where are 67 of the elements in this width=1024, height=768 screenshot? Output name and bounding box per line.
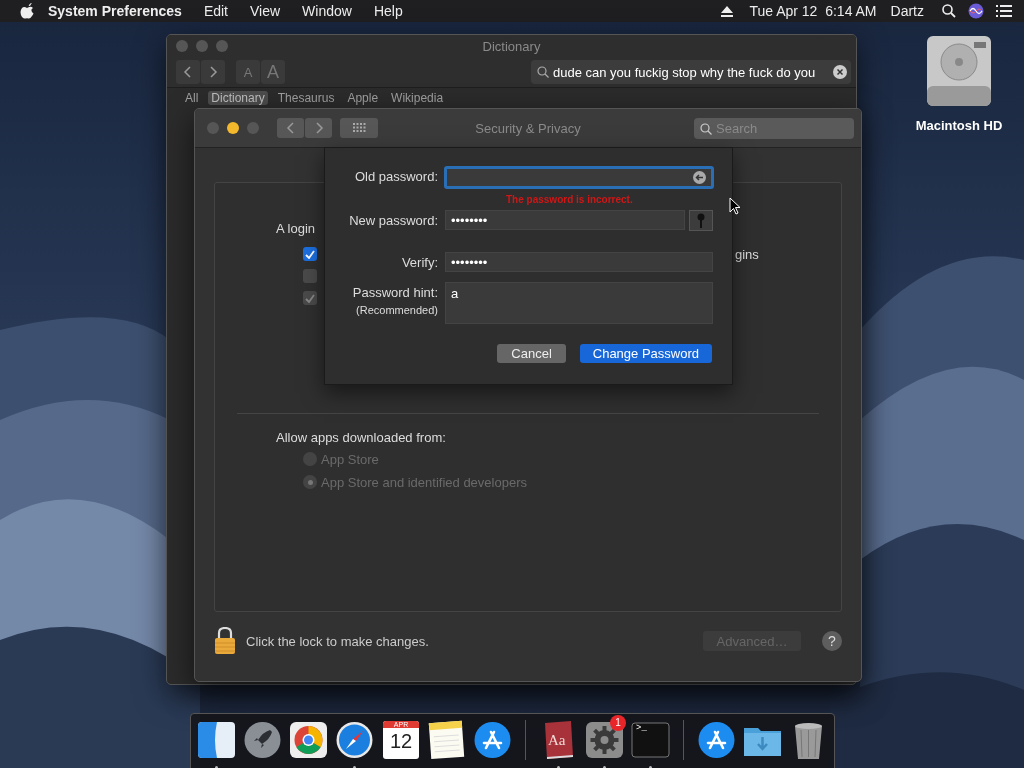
- search-icon[interactable]: [942, 4, 956, 18]
- section-label: A login: [276, 221, 316, 236]
- help-button[interactable]: ?: [822, 631, 842, 651]
- siri-icon[interactable]: [968, 3, 984, 19]
- grid-icon: [352, 123, 366, 133]
- password-field[interactable]: ••••••••: [445, 252, 713, 272]
- icon-label[interactable]: Macintosh HD: [915, 118, 1003, 133]
- menu-clock[interactable]: Tue Apr 12 6:14 AM: [749, 3, 877, 19]
- lock-icon[interactable]: [214, 627, 236, 655]
- cancel-button[interactable]: Cancel: [497, 344, 566, 363]
- field-label: Verify:: [401, 255, 438, 270]
- wheel-icon[interactable]: [289, 720, 328, 760]
- apple-icon: [20, 3, 34, 19]
- show-all-button[interactable]: [340, 118, 378, 138]
- option-label: gins: [735, 246, 759, 262]
- radio-label: App Store and identified developers: [321, 474, 527, 490]
- clear-icon[interactable]: [833, 65, 847, 79]
- password-field[interactable]: ••••••••: [445, 210, 685, 230]
- split-square-icon[interactable]: [197, 720, 236, 760]
- change-password-button[interactable]: Change Password: [579, 344, 712, 363]
- menu-item[interactable]: View: [250, 3, 281, 19]
- field-label: New password:: [349, 213, 438, 228]
- hint-field[interactable]: a: [445, 282, 713, 324]
- menu-item[interactable]: Window: [302, 3, 352, 19]
- key-icon: [697, 212, 705, 229]
- cursor-icon: [729, 197, 741, 215]
- user-name[interactable]: Dartz: [890, 3, 924, 19]
- window-control[interactable]: [227, 122, 239, 134]
- eject-icon[interactable]: [721, 5, 734, 17]
- app-store-icon[interactable]: [473, 720, 512, 760]
- gear-icon[interactable]: [585, 720, 624, 760]
- book-glyph: Aa: [548, 732, 566, 749]
- notepad-icon[interactable]: [427, 720, 466, 760]
- tab[interactable]: Dictionary: [208, 91, 268, 105]
- radio-label: App Store: [321, 451, 379, 467]
- app-menu[interactable]: System Preferences: [48, 3, 182, 19]
- lock-hint: Click the lock to make changes.: [246, 633, 429, 649]
- back-button[interactable]: [176, 60, 200, 84]
- window-title: Security & Privacy: [475, 120, 581, 136]
- key-button[interactable]: [689, 210, 713, 231]
- field-note: (Recommended): [355, 304, 438, 316]
- field-label: Old password:: [354, 169, 438, 184]
- notification-badge: 1: [610, 715, 626, 731]
- terminal-glyph: >_: [636, 723, 647, 733]
- tab[interactable]: Thesaurus: [274, 91, 338, 105]
- field-label: Password hint:: [352, 285, 438, 300]
- search-field[interactable]: dude can you fuckig stop why the fuck do you: [531, 60, 851, 84]
- tab[interactable]: Wikipedia: [388, 91, 447, 105]
- error-message: The password is incorrect.: [506, 194, 634, 205]
- search-icon: [537, 66, 549, 78]
- menu-item[interactable]: Edit: [203, 3, 228, 19]
- tab[interactable]: All: [182, 91, 202, 105]
- menu-item[interactable]: Help: [373, 3, 403, 19]
- tab[interactable]: Apple: [344, 91, 382, 105]
- rocket-icon[interactable]: [243, 720, 282, 760]
- password-field[interactable]: [444, 166, 714, 189]
- app-store-icon[interactable]: [697, 720, 736, 760]
- section-label: Allow apps downloaded from:: [276, 430, 447, 445]
- checkbox[interactable]: [303, 247, 317, 261]
- forward-button[interactable]: [201, 60, 225, 84]
- list-icon[interactable]: [996, 5, 1012, 17]
- calendar-day: 12: [389, 728, 413, 754]
- terminal-icon[interactable]: >_: [631, 720, 670, 760]
- compass-icon[interactable]: [335, 720, 374, 760]
- window-title: Dictionary: [482, 38, 541, 54]
- hard-drive-icon[interactable]: [924, 34, 994, 108]
- arrow-circle-icon[interactable]: [693, 171, 706, 184]
